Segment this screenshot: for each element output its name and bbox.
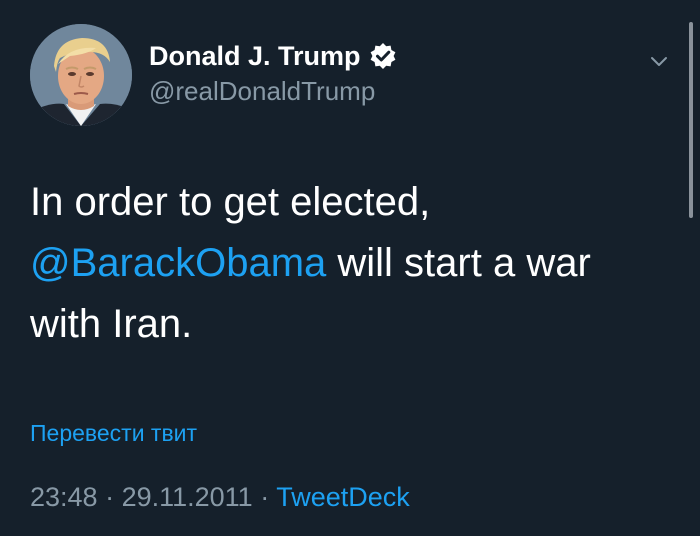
chevron-down-icon[interactable] <box>648 50 670 72</box>
translate-tweet-link[interactable]: Перевести твит <box>30 420 197 447</box>
author-row[interactable]: Donald J. Trump <box>149 36 397 76</box>
tweet-text-fragment: will start a war <box>326 241 591 285</box>
avatar-image <box>30 24 132 126</box>
meta-separator: · <box>97 482 122 512</box>
tweet-text-line: @BarackObama will start a war <box>30 233 670 294</box>
avatar[interactable] <box>30 24 132 126</box>
author-name[interactable]: Donald J. Trump <box>149 41 361 72</box>
verified-badge-icon <box>369 42 397 70</box>
scrollbar[interactable] <box>689 22 693 218</box>
tweet-date[interactable]: 29.11.2011 <box>122 482 253 512</box>
tweet-source-link[interactable]: TweetDeck <box>276 482 410 512</box>
tweet-time[interactable]: 23:48 <box>30 482 98 512</box>
tweet-text: In order to get elected, @BarackObama wi… <box>30 172 670 355</box>
author-handle[interactable]: @realDonaldTrump <box>149 76 375 107</box>
tweet-text-line: with Iran. <box>30 302 193 346</box>
mention-link[interactable]: @BarackObama <box>30 241 326 285</box>
meta-separator: · <box>252 482 277 512</box>
tweet-detail: Donald J. Trump @realDonaldTrump In orde… <box>0 0 700 536</box>
tweet-text-line: In order to get elected, <box>30 180 431 224</box>
tweet-meta: 23:48 · 29.11.2011 · TweetDeck <box>30 482 410 513</box>
